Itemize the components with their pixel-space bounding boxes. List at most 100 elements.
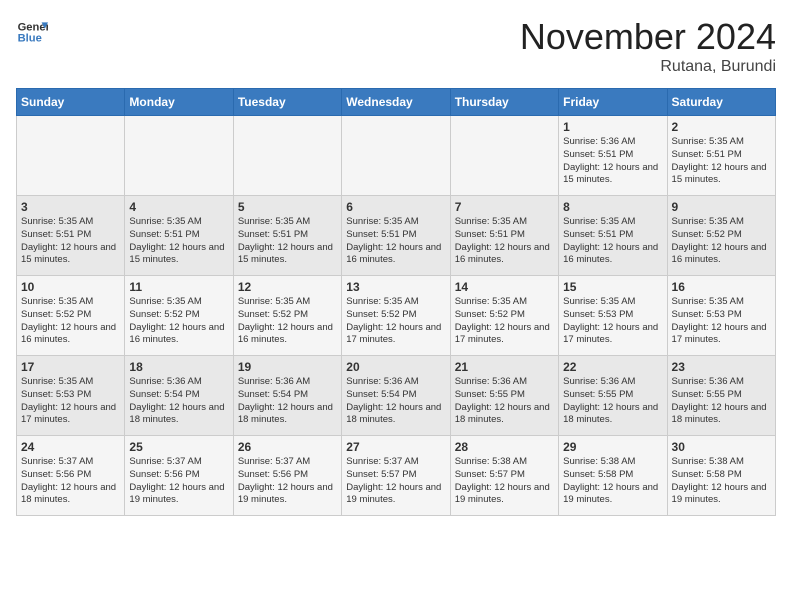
calendar-cell: 6 Sunrise: 5:35 AM Sunset: 5:51 PM Daylig… [342,196,450,276]
calendar-week-2: 3 Sunrise: 5:35 AM Sunset: 5:51 PM Daylig… [17,196,776,276]
calendar-cell: 22 Sunrise: 5:36 AM Sunset: 5:55 PM Dayli… [559,356,667,436]
calendar-cell: 21Sunrise: 5:36 AM Sunset: 5:55 PM Dayli… [450,356,558,436]
title-block: November 2024 Rutana, Burundi [520,16,776,76]
day-number: 25 [129,440,228,454]
day-info: Sunrise: 5:37 AM Sunset: 5:56 PM Dayligh… [129,456,228,507]
calendar-cell: 30 Sunrise: 5:38 AM Sunset: 5:58 PM Dayli… [667,436,775,516]
calendar-cell: 28Sunrise: 5:38 AM Sunset: 5:57 PM Dayli… [450,436,558,516]
calendar-cell: 13 Sunrise: 5:35 AM Sunset: 5:52 PM Dayli… [342,276,450,356]
day-info: Sunrise: 5:35 AM Sunset: 5:52 PM Dayligh… [129,296,228,347]
weekday-header-tuesday: Tuesday [233,89,341,116]
calendar-cell: 23 Sunrise: 5:36 AM Sunset: 5:55 PM Dayli… [667,356,775,436]
day-number: 18 [129,360,228,374]
day-info: Sunrise: 5:35 AM Sunset: 5:53 PM Dayligh… [672,296,771,347]
day-number: 5 [238,200,337,214]
day-number: 6 [346,200,445,214]
day-number: 28 [455,440,554,454]
day-number: 7 [455,200,554,214]
calendar-cell: 24 Sunrise: 5:37 AM Sunset: 5:56 PM Dayli… [17,436,125,516]
day-info: Sunrise: 5:35 AM Sunset: 5:52 PM Dayligh… [21,296,120,347]
calendar-cell: 17 Sunrise: 5:35 AM Sunset: 5:53 PM Dayli… [17,356,125,436]
weekday-header-monday: Monday [125,89,233,116]
day-number: 22 [563,360,662,374]
calendar-cell: 14 Sunrise: 5:35 AM Sunset: 5:52 PM Dayli… [450,276,558,356]
day-number: 11 [129,280,228,294]
day-info: Sunrise: 5:35 AM Sunset: 5:51 PM Dayligh… [455,216,554,267]
calendar-cell: 4 Sunrise: 5:35 AM Sunset: 5:51 PM Daylig… [125,196,233,276]
calendar-week-3: 10 Sunrise: 5:35 AM Sunset: 5:52 PM Dayli… [17,276,776,356]
day-number: 9 [672,200,771,214]
day-number: 23 [672,360,771,374]
day-info: Sunrise: 5:35 AM Sunset: 5:53 PM Dayligh… [21,376,120,427]
day-number: 4 [129,200,228,214]
calendar-cell: 10 Sunrise: 5:35 AM Sunset: 5:52 PM Dayli… [17,276,125,356]
day-info: Sunrise: 5:35 AM Sunset: 5:51 PM Dayligh… [563,216,662,267]
month-title: November 2024 [520,16,776,58]
weekday-header-thursday: Thursday [450,89,558,116]
calendar-cell: 29Sunrise: 5:38 AM Sunset: 5:58 PM Dayli… [559,436,667,516]
day-info: Sunrise: 5:35 AM Sunset: 5:51 PM Dayligh… [129,216,228,267]
calendar-cell: 3 Sunrise: 5:35 AM Sunset: 5:51 PM Daylig… [17,196,125,276]
day-number: 30 [672,440,771,454]
logo-icon: General Blue [16,16,48,48]
calendar-cell: 7 Sunrise: 5:35 AM Sunset: 5:51 PM Daylig… [450,196,558,276]
day-number: 2 [672,120,771,134]
calendar-cell: 2 Sunrise: 5:35 AM Sunset: 5:51 PM Daylig… [667,116,775,196]
day-number: 1 [563,120,662,134]
day-info: Sunrise: 5:35 AM Sunset: 5:51 PM Dayligh… [238,216,337,267]
calendar-cell: 12 Sunrise: 5:35 AM Sunset: 5:52 PM Dayli… [233,276,341,356]
calendar-header: SundayMondayTuesdayWednesdayThursdayFrid… [17,89,776,116]
day-info: Sunrise: 5:36 AM Sunset: 5:51 PM Dayligh… [563,136,662,187]
day-info: Sunrise: 5:35 AM Sunset: 5:52 PM Dayligh… [238,296,337,347]
day-info: Sunrise: 5:35 AM Sunset: 5:51 PM Dayligh… [346,216,445,267]
calendar-cell: 15 Sunrise: 5:35 AM Sunset: 5:53 PM Dayli… [559,276,667,356]
day-info: Sunrise: 5:36 AM Sunset: 5:55 PM Dayligh… [672,376,771,427]
day-info: Sunrise: 5:36 AM Sunset: 5:55 PM Dayligh… [563,376,662,427]
day-number: 27 [346,440,445,454]
day-info: Sunrise: 5:35 AM Sunset: 5:52 PM Dayligh… [455,296,554,347]
day-number: 16 [672,280,771,294]
weekday-row: SundayMondayTuesdayWednesdayThursdayFrid… [17,89,776,116]
day-info: Sunrise: 5:35 AM Sunset: 5:52 PM Dayligh… [346,296,445,347]
calendar-cell: 16 Sunrise: 5:35 AM Sunset: 5:53 PM Dayli… [667,276,775,356]
day-info: Sunrise: 5:38 AM Sunset: 5:58 PM Dayligh… [672,456,771,507]
day-info: Sunrise: 5:35 AM Sunset: 5:52 PM Dayligh… [672,216,771,267]
weekday-header-friday: Friday [559,89,667,116]
calendar-cell: 5 Sunrise: 5:35 AM Sunset: 5:51 PM Daylig… [233,196,341,276]
calendar-cell: 20Sunrise: 5:36 AM Sunset: 5:54 PM Dayli… [342,356,450,436]
day-number: 3 [21,200,120,214]
day-number: 15 [563,280,662,294]
day-info: Sunrise: 5:35 AM Sunset: 5:51 PM Dayligh… [21,216,120,267]
svg-text:Blue: Blue [18,33,42,45]
day-number: 10 [21,280,120,294]
day-number: 24 [21,440,120,454]
calendar-cell: 18Sunrise: 5:36 AM Sunset: 5:54 PM Dayli… [125,356,233,436]
location: Rutana, Burundi [520,58,776,76]
day-number: 14 [455,280,554,294]
page-header: General Blue November 2024 Rutana, Burun… [16,16,776,76]
calendar-cell [233,116,341,196]
day-info: Sunrise: 5:36 AM Sunset: 5:54 PM Dayligh… [238,376,337,427]
calendar-body: 1 Sunrise: 5:36 AM Sunset: 5:51 PM Daylig… [17,116,776,516]
calendar-cell: 25 Sunrise: 5:37 AM Sunset: 5:56 PM Dayli… [125,436,233,516]
calendar-table: SundayMondayTuesdayWednesdayThursdayFrid… [16,88,776,516]
day-info: Sunrise: 5:35 AM Sunset: 5:53 PM Dayligh… [563,296,662,347]
day-number: 26 [238,440,337,454]
day-info: Sunrise: 5:37 AM Sunset: 5:56 PM Dayligh… [21,456,120,507]
day-number: 17 [21,360,120,374]
calendar-cell: 27Sunrise: 5:37 AM Sunset: 5:57 PM Dayli… [342,436,450,516]
calendar-week-1: 1 Sunrise: 5:36 AM Sunset: 5:51 PM Daylig… [17,116,776,196]
calendar-cell [342,116,450,196]
day-info: Sunrise: 5:35 AM Sunset: 5:51 PM Dayligh… [672,136,771,187]
calendar-cell: 9 Sunrise: 5:35 AM Sunset: 5:52 PM Daylig… [667,196,775,276]
day-number: 13 [346,280,445,294]
day-number: 12 [238,280,337,294]
weekday-header-wednesday: Wednesday [342,89,450,116]
calendar-week-4: 17 Sunrise: 5:35 AM Sunset: 5:53 PM Dayli… [17,356,776,436]
day-info: Sunrise: 5:36 AM Sunset: 5:55 PM Dayligh… [455,376,554,427]
calendar-cell: 8Sunrise: 5:35 AM Sunset: 5:51 PM Daylig… [559,196,667,276]
day-info: Sunrise: 5:36 AM Sunset: 5:54 PM Dayligh… [346,376,445,427]
day-info: Sunrise: 5:37 AM Sunset: 5:56 PM Dayligh… [238,456,337,507]
calendar-cell: 11 Sunrise: 5:35 AM Sunset: 5:52 PM Dayli… [125,276,233,356]
calendar-cell [17,116,125,196]
